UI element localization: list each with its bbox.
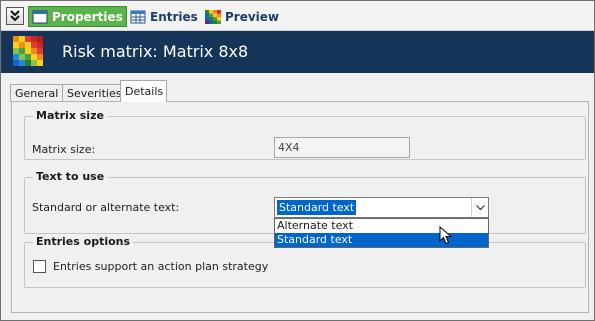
tab-severities[interactable]: Severities [62, 84, 122, 102]
collapse-button[interactable] [6, 7, 24, 25]
tab-properties[interactable]: Properties [28, 6, 127, 27]
chevron-down-icon [476, 205, 485, 211]
tab-entries-label: Entries [150, 9, 198, 24]
matrix-icon [205, 9, 221, 24]
tab-details[interactable]: Details [120, 80, 167, 102]
details-panel: Matrix size Matrix size: 4X4 Text to use… [11, 101, 589, 313]
window-icon [32, 10, 48, 23]
text-to-use-group: Text to use Standard or alternate text: … [24, 170, 586, 248]
text-type-selected-value: Standard text [277, 200, 357, 215]
matrix-size-group: Matrix size Matrix size: 4X4 [24, 109, 586, 160]
double-chevron-down-icon [10, 10, 20, 22]
tab-properties-label: Properties [52, 9, 123, 24]
properties-window: Properties Entries Preview Risk matrix: … [0, 0, 595, 321]
tab-preview-label: Preview [225, 9, 280, 24]
top-toolbar: Properties Entries Preview [1, 1, 594, 31]
page-title: Risk matrix: Matrix 8x8 [62, 42, 249, 61]
risk-matrix-icon [13, 36, 43, 66]
window-header: Risk matrix: Matrix 8x8 [1, 31, 594, 73]
matrix-size-label: Matrix size: [32, 143, 96, 156]
option-standard-text[interactable]: Standard text [275, 233, 488, 247]
mouse-cursor-icon [439, 226, 453, 245]
matrix-size-field: 4X4 [274, 137, 410, 158]
matrix-size-group-title: Matrix size [33, 109, 107, 122]
tab-entries[interactable]: Entries [129, 6, 198, 27]
tab-preview[interactable]: Preview [205, 6, 279, 27]
entries-options-group-title: Entries options [33, 235, 134, 248]
properties-content: General Severities Details Matrix size M… [6, 73, 592, 317]
text-type-dropdown-list: Alternate text Standard text [274, 218, 489, 248]
table-icon [130, 10, 146, 23]
text-type-select[interactable]: Standard text [274, 197, 489, 218]
option-alternate-text[interactable]: Alternate text [275, 219, 488, 233]
tab-general[interactable]: General [10, 84, 63, 102]
action-plan-checkbox[interactable] [33, 260, 46, 273]
text-type-label: Standard or alternate text: [32, 201, 180, 214]
entries-options-group: Entries options Entries support an actio… [24, 235, 586, 288]
dropdown-toggle[interactable] [471, 198, 488, 217]
text-to-use-group-title: Text to use [33, 170, 108, 183]
action-plan-checkbox-label: Entries support an action plan strategy [53, 260, 269, 273]
